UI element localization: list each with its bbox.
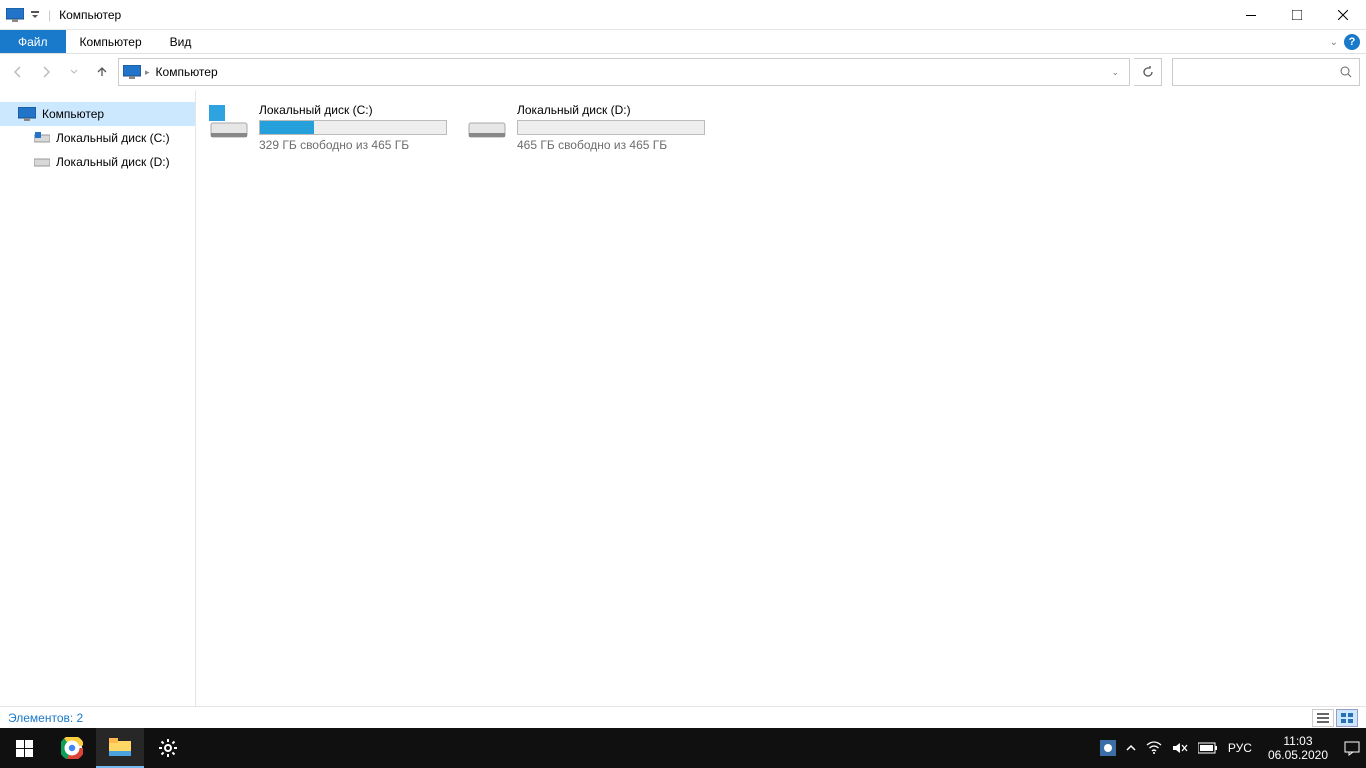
content-area: Локальный диск (C:) 329 ГБ свободно из 4… (196, 90, 1366, 706)
drive-free-text: 465 ГБ свободно из 465 ГБ (517, 138, 709, 152)
usage-bar (259, 120, 447, 135)
sidebar-item-drive-d[interactable]: Локальный диск (D:) (0, 150, 195, 174)
clock-date: 06.05.2020 (1268, 748, 1328, 762)
drive-icon (207, 103, 251, 143)
drive-free-text: 329 ГБ свободно из 465 ГБ (259, 138, 451, 152)
tab-file[interactable]: Файл (0, 30, 66, 53)
window-title: Компьютер (59, 8, 121, 22)
sidebar-item-drive-c[interactable]: Локальный диск (C:) (0, 126, 195, 150)
clock[interactable]: 11:03 06.05.2020 (1262, 734, 1334, 762)
drive-icon (34, 132, 50, 144)
battery-icon[interactable] (1198, 742, 1218, 754)
forward-button[interactable] (34, 60, 58, 84)
sidebar-item-label: Компьютер (42, 107, 104, 121)
taskbar-explorer[interactable] (96, 728, 144, 768)
app-icon (4, 4, 26, 26)
usage-bar (517, 120, 705, 135)
minimize-button[interactable] (1228, 0, 1274, 30)
sidebar-item-label: Локальный диск (D:) (56, 155, 170, 169)
close-button[interactable] (1320, 0, 1366, 30)
maximize-button[interactable] (1274, 0, 1320, 30)
refresh-button[interactable] (1134, 58, 1162, 86)
address-dropdown-icon[interactable]: ⌄ (1105, 67, 1125, 78)
back-button[interactable] (6, 60, 30, 84)
computer-icon (123, 65, 141, 79)
qat-dropdown-icon[interactable] (26, 10, 44, 20)
sidebar: Компьютер Локальный диск (C:) Локальный … (0, 90, 196, 706)
drive-tile-c[interactable]: Локальный диск (C:) 329 ГБ свободно из 4… (204, 100, 454, 155)
help-icon[interactable]: ? (1344, 34, 1360, 50)
drive-name: Локальный диск (C:) (259, 103, 451, 117)
computer-icon (18, 107, 36, 121)
breadcrumb-root[interactable]: Компьютер (154, 65, 220, 79)
titlebar: | Компьютер (0, 0, 1366, 30)
status-bar: Элементов: 2 (0, 706, 1366, 728)
tray-overflow-icon[interactable] (1126, 743, 1136, 753)
view-tiles-button[interactable] (1336, 709, 1358, 727)
taskbar-chrome[interactable] (48, 728, 96, 768)
volume-muted-icon[interactable] (1172, 741, 1188, 755)
tray-app-icon[interactable] (1100, 740, 1116, 756)
usage-fill (260, 121, 314, 134)
sidebar-item-label: Локальный диск (C:) (56, 131, 170, 145)
sidebar-item-computer[interactable]: Компьютер (0, 102, 195, 126)
system-tray: РУС 11:03 06.05.2020 (1094, 734, 1366, 762)
taskbar-settings[interactable] (144, 728, 192, 768)
drive-icon (465, 103, 509, 143)
search-icon (1339, 65, 1353, 79)
clock-time: 11:03 (1268, 734, 1328, 748)
tab-computer[interactable]: Компьютер (66, 30, 156, 53)
tab-view[interactable]: Вид (156, 30, 206, 53)
language-indicator[interactable]: РУС (1228, 741, 1252, 755)
address-bar[interactable]: ▸ Компьютер ⌄ (118, 58, 1130, 86)
drive-name: Локальный диск (D:) (517, 103, 709, 117)
status-text: Элементов: 2 (8, 711, 83, 725)
titlebar-separator: | (48, 8, 51, 22)
action-center-icon[interactable] (1344, 740, 1360, 756)
ribbon-expand-icon[interactable]: ⌄ (1330, 37, 1338, 48)
view-details-button[interactable] (1312, 709, 1334, 727)
drive-icon (34, 156, 50, 168)
drive-tile-d[interactable]: Локальный диск (D:) 465 ГБ свободно из 4… (462, 100, 712, 155)
ribbon: Файл Компьютер Вид ⌄ ? (0, 30, 1366, 54)
up-button[interactable] (90, 60, 114, 84)
start-button[interactable] (0, 728, 48, 768)
nav-row: ▸ Компьютер ⌄ (0, 54, 1366, 90)
recent-dropdown-icon[interactable] (62, 60, 86, 84)
wifi-icon[interactable] (1146, 741, 1162, 755)
taskbar: РУС 11:03 06.05.2020 (0, 728, 1366, 768)
search-input[interactable] (1172, 58, 1360, 86)
breadcrumb-separator-icon: ▸ (145, 67, 150, 78)
